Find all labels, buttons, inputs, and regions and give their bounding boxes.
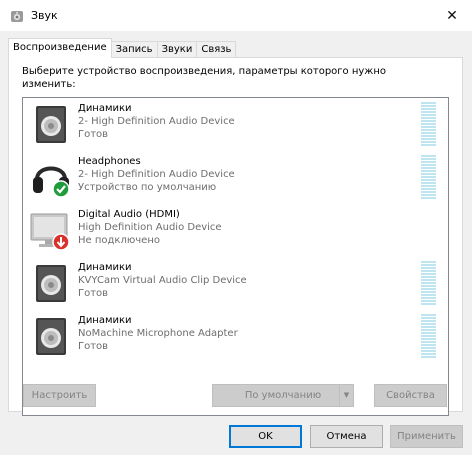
device-name: Digital Audio (HDMI) <box>78 209 180 220</box>
device-status: Готов <box>78 341 109 352</box>
device-item[interactable]: Headphones 2- High Definition Audio Devi… <box>23 151 448 203</box>
device-name: Динамики <box>78 315 132 326</box>
device-name: Динамики <box>78 103 132 114</box>
speaker-icon <box>36 318 66 355</box>
speaker-icon <box>36 106 66 143</box>
ok-label: OK <box>258 431 273 442</box>
properties-label: Свойства <box>386 390 435 401</box>
default-check-icon <box>52 180 70 198</box>
speaker-icon <box>36 265 66 302</box>
close-icon: ✕ <box>446 7 458 24</box>
apply-label: Применить <box>397 431 456 442</box>
playback-panel: Выберите устройство воспроизведения, пар… <box>8 57 463 416</box>
device-status: Не подключено <box>78 235 160 246</box>
apply-button[interactable]: Применить <box>390 425 463 448</box>
tab-strip: Воспроизведение Запись Звуки Связь <box>8 38 237 58</box>
volume-meter <box>421 314 436 359</box>
instruction-text: Выберите устройство воспроизведения, пар… <box>22 66 386 90</box>
device-item[interactable]: Динамики KVYCam Virtual Audio Clip Devic… <box>23 257 448 309</box>
device-description: NoMachine Microphone Adapter <box>78 328 238 339</box>
properties-button[interactable]: Свойства <box>374 384 447 407</box>
device-description: 2- High Definition Audio Device <box>78 169 235 180</box>
device-name: Headphones <box>78 156 141 167</box>
cancel-button[interactable]: Отмена <box>310 425 383 448</box>
device-status: Готов <box>78 129 109 140</box>
close-button[interactable]: ✕ <box>432 0 472 31</box>
ok-button[interactable]: OK <box>229 425 302 448</box>
set-default-button[interactable]: По умолчанию ▼ <box>212 384 354 407</box>
device-description: 2- High Definition Audio Device <box>78 116 235 127</box>
chevron-down-icon: ▼ <box>343 391 350 399</box>
volume-meter <box>421 261 436 306</box>
device-status: Готов <box>78 288 109 299</box>
set-default-dropdown[interactable]: ▼ <box>339 385 353 406</box>
tab-recording[interactable]: Запись <box>110 41 158 58</box>
configure-label: Настроить <box>31 390 88 401</box>
headphones-icon <box>33 166 70 198</box>
device-description: KVYCam Virtual Audio Clip Device <box>78 275 247 286</box>
device-item[interactable]: Digital Audio (HDMI) High Definition Aud… <box>23 204 448 256</box>
tab-sounds[interactable]: Звуки <box>156 41 198 58</box>
device-status: Устройство по умолчанию <box>78 182 217 193</box>
sound-icon <box>11 11 23 22</box>
set-default-label: По умолчанию <box>244 390 322 401</box>
monitor-icon <box>30 213 70 251</box>
device-list[interactable]: Динамики 2- High Definition Audio Device… <box>22 97 449 416</box>
volume-meter <box>421 155 436 200</box>
window-title: Звук <box>31 9 58 22</box>
device-name: Динамики <box>78 262 132 273</box>
cancel-label: Отмена <box>326 431 367 442</box>
device-item[interactable]: Динамики 2- High Definition Audio Device… <box>23 98 448 150</box>
volume-meter <box>421 102 436 147</box>
configure-button[interactable]: Настроить <box>23 384 96 407</box>
device-item[interactable]: Динамики NoMachine Microphone Adapter Го… <box>23 310 448 362</box>
tab-playback[interactable]: Воспроизведение <box>8 38 112 58</box>
tab-communications[interactable]: Связь <box>196 41 237 58</box>
title-bar: Звук ✕ <box>0 0 472 31</box>
device-description: High Definition Audio Device <box>78 222 222 233</box>
